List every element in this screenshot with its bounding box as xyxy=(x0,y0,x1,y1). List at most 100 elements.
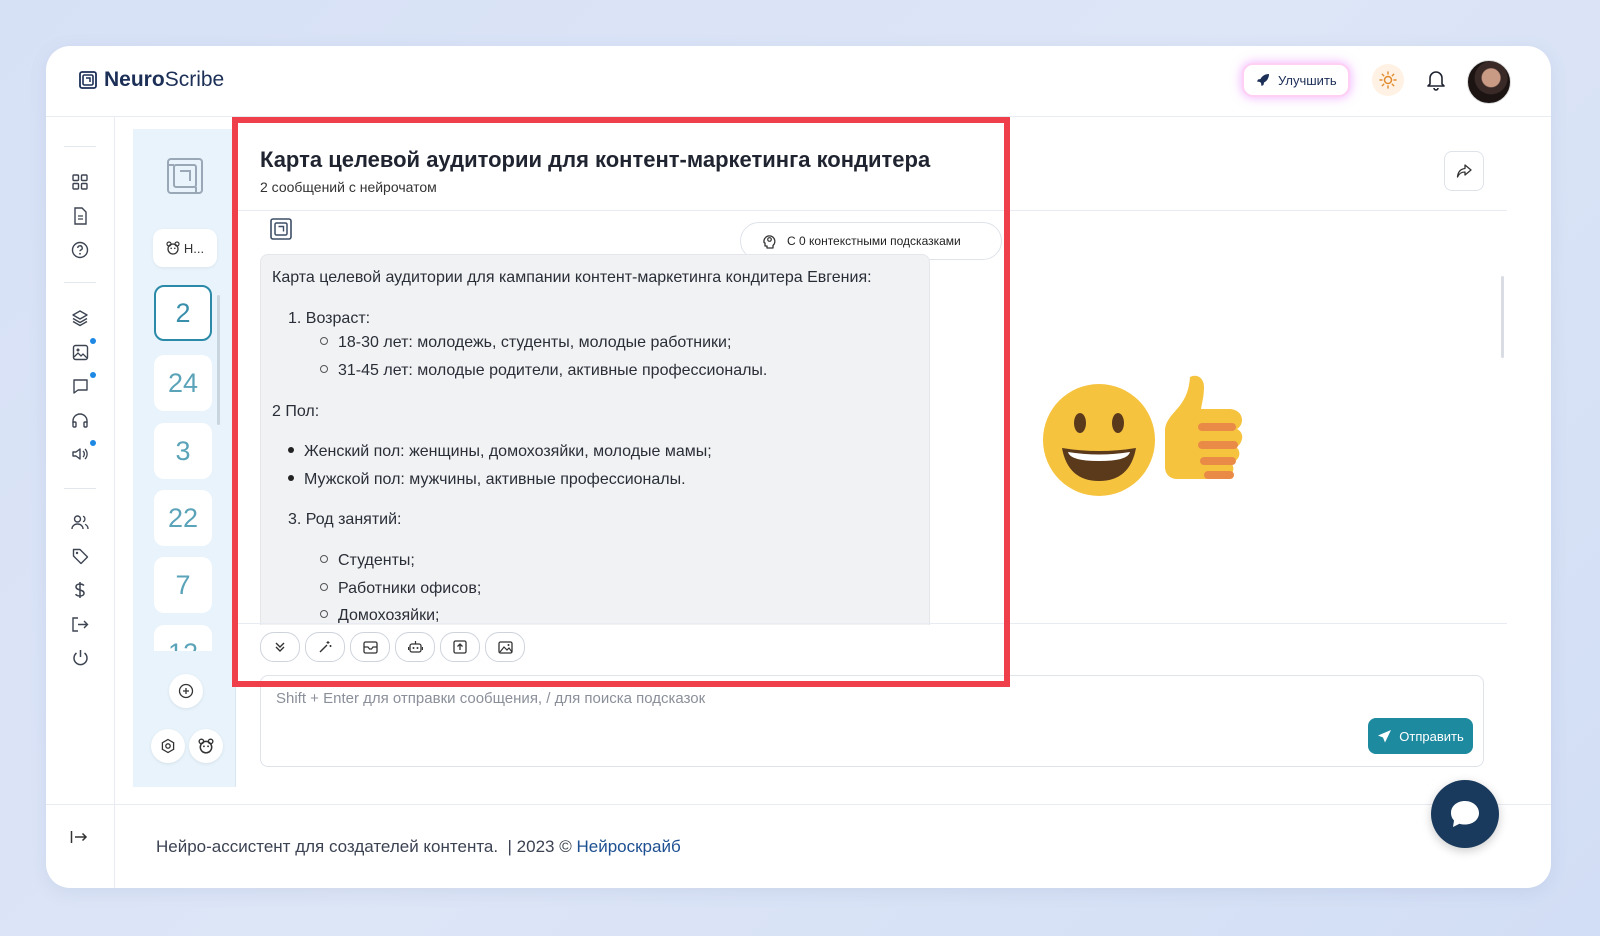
scroll-down-button[interactable] xyxy=(260,632,300,662)
document-icon[interactable] xyxy=(70,206,90,226)
magic-wand-icon xyxy=(319,641,332,653)
assistant-message: Карта целевой аудитории для кампании кон… xyxy=(260,254,930,625)
message-intro: Карта целевой аудитории для кампании кон… xyxy=(272,269,872,286)
send-button[interactable]: Отправить xyxy=(1368,718,1473,754)
chat-count-item[interactable]: 24 xyxy=(154,355,212,411)
thumbs-up-emoji-icon xyxy=(1165,375,1243,479)
chat-count-item[interactable]: 2 xyxy=(154,285,212,341)
brand-name-bold: Neuro xyxy=(104,68,165,91)
bear-icon xyxy=(166,241,180,255)
chat-content: Карта целевой аудитории для контент-марк… xyxy=(236,129,1507,787)
top-bar: NeuroScribe Улучшить xyxy=(46,46,1551,117)
chat-bubble-icon xyxy=(1451,801,1479,827)
users-icon[interactable] xyxy=(70,512,90,532)
chat-icon[interactable] xyxy=(70,376,90,396)
share-button[interactable] xyxy=(1444,151,1484,191)
gear-icon xyxy=(161,738,175,754)
list-item: Работники офисов; xyxy=(320,580,481,598)
image-icon xyxy=(497,640,513,654)
notifications-button[interactable] xyxy=(1422,66,1450,94)
list-item: Женский пол: женщины, домохозяйки, молод… xyxy=(288,443,712,461)
chat-count-clip: 12 xyxy=(154,621,212,651)
main-panel: Н... 2 24 3 22 7 12 Карта целевой аудит xyxy=(133,129,1507,787)
list-item: Студенты; xyxy=(320,552,415,570)
dollar-icon[interactable] xyxy=(70,580,90,600)
list-item: Мужской пол: мужчины, активные профессио… xyxy=(288,471,686,489)
share-icon xyxy=(1456,164,1472,178)
power-icon[interactable] xyxy=(70,648,90,668)
message-input[interactable]: Shift + Enter для отправки сообщения, / … xyxy=(260,675,1484,767)
bot-button[interactable] xyxy=(395,632,435,662)
headphones-icon[interactable] xyxy=(70,410,90,430)
expand-icon xyxy=(70,831,88,843)
template-icon xyxy=(362,640,378,654)
theme-toggle-button[interactable] xyxy=(1372,64,1404,96)
notification-dot xyxy=(90,338,96,344)
chat-list-scrollbar[interactable] xyxy=(217,295,220,425)
emoji-sticker xyxy=(1042,369,1278,499)
tag-icon[interactable] xyxy=(70,546,90,566)
sidebar-divider xyxy=(64,282,96,283)
footer: Нейро-ассистент для создателей контента.… xyxy=(46,804,1551,888)
current-chat-label: Н... xyxy=(183,240,205,256)
logo-icon xyxy=(79,71,97,89)
toolbar-divider xyxy=(236,623,1507,624)
upload-button[interactable] xyxy=(440,632,480,662)
send-icon xyxy=(1378,729,1392,742)
image-icon[interactable] xyxy=(70,342,90,362)
chat-subtitle: 2 сообщений с нейрочатом xyxy=(260,179,437,195)
chat-list-panel: Н... 2 24 3 22 7 12 xyxy=(133,129,236,787)
chat-count-item[interactable]: 12 xyxy=(154,625,212,651)
image-button[interactable] xyxy=(485,632,525,662)
bear-icon xyxy=(198,738,214,754)
current-chat-pill[interactable]: Н... xyxy=(153,229,217,267)
upgrade-button[interactable]: Улучшить xyxy=(1244,65,1348,95)
brain-icon xyxy=(763,235,776,249)
sidebar-divider xyxy=(64,488,96,489)
chat-scrollbar[interactable] xyxy=(1501,276,1504,358)
assistant-button[interactable] xyxy=(189,729,223,763)
section-gender: 2 Пол: xyxy=(272,403,320,420)
chat-count-item[interactable]: 7 xyxy=(154,557,212,613)
footer-text: Нейро-ассистент для создателей контента.… xyxy=(156,837,681,856)
context-hints-label: С 0 контекстными подсказками xyxy=(787,234,961,248)
template-button[interactable] xyxy=(350,632,390,662)
list-item: 31-45 лет: молодые родители, активные пр… xyxy=(320,362,767,380)
chat-title: Карта целевой аудитории для контент-марк… xyxy=(260,147,931,172)
chevrons-down-icon xyxy=(275,642,285,652)
plus-circle-icon xyxy=(178,683,194,699)
input-placeholder: Shift + Enter для отправки сообщения, / … xyxy=(276,690,706,707)
send-label: Отправить xyxy=(1399,728,1464,744)
sidebar-nav xyxy=(46,116,115,804)
smiley-emoji-icon xyxy=(1043,384,1155,496)
logout-icon[interactable] xyxy=(70,614,90,634)
support-chat-button[interactable] xyxy=(1431,780,1499,848)
chat-header: Карта целевой аудитории для контент-марк… xyxy=(236,129,1507,211)
bell-icon xyxy=(1427,71,1445,91)
footer-divider xyxy=(114,805,115,888)
section-age: 1. Возраст: xyxy=(288,310,371,327)
settings-button[interactable] xyxy=(151,729,185,763)
notification-dot xyxy=(90,440,96,446)
layers-icon[interactable] xyxy=(70,308,90,328)
add-chat-button[interactable] xyxy=(169,674,203,708)
collapse-sidebar-button[interactable] xyxy=(70,830,88,844)
magic-wand-button[interactable] xyxy=(305,632,345,662)
robot-icon xyxy=(407,641,423,653)
brand-logo[interactable]: NeuroScribe xyxy=(78,68,224,92)
footer-link[interactable]: Нейроскрайб xyxy=(576,837,680,856)
upload-icon xyxy=(453,640,467,654)
sun-icon xyxy=(1379,71,1397,89)
speaker-icon[interactable] xyxy=(70,444,90,464)
rocket-icon xyxy=(1257,74,1269,86)
chat-count-item[interactable]: 22 xyxy=(154,490,212,546)
bot-avatar-icon xyxy=(270,218,292,240)
chat-count-item[interactable]: 3 xyxy=(154,423,212,479)
help-icon[interactable] xyxy=(70,240,90,260)
logo-icon xyxy=(166,157,204,195)
user-avatar[interactable] xyxy=(1467,60,1511,104)
sidebar-divider xyxy=(64,146,96,147)
grid-icon[interactable] xyxy=(70,172,90,192)
section-occupation: 3. Род занятий: xyxy=(288,511,402,528)
notification-dot xyxy=(90,372,96,378)
